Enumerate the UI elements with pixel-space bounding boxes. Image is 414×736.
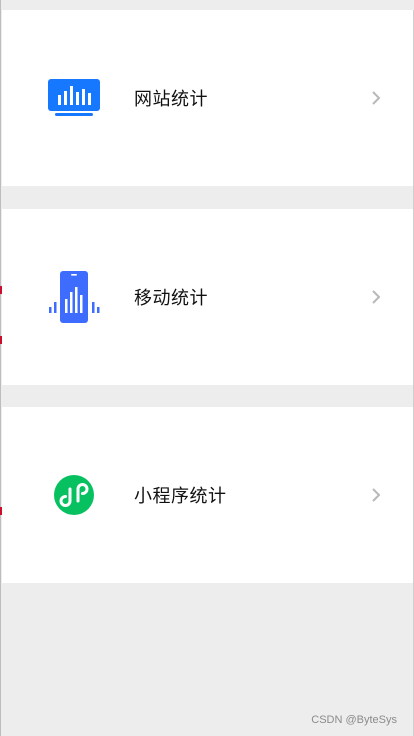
chevron-right-icon: [369, 88, 383, 108]
mini-program-icon: [44, 467, 104, 523]
website-stats-label: 网站统计: [134, 89, 208, 110]
mini-program-stats-label: 小程序统计: [134, 486, 227, 507]
edge-mark: [0, 336, 2, 344]
mobile-stats-item[interactable]: 移动统计: [2, 209, 413, 385]
edge-mark: [0, 286, 2, 294]
watermark: CSDN @ByteSys: [311, 714, 397, 726]
edge-mark: [0, 507, 2, 515]
mini-program-stats-item[interactable]: 小程序统计: [2, 407, 413, 583]
mobile-stats-icon: [44, 269, 104, 325]
chevron-right-icon: [369, 485, 383, 505]
empty-footer-area: [2, 583, 413, 735]
chevron-right-icon: [369, 287, 383, 307]
website-stats-item[interactable]: 网站统计: [2, 10, 413, 186]
mobile-stats-label: 移动统计: [134, 288, 208, 309]
app-frame: 网站统计 移动统计 小程序统计 CSDN @ByteSys: [0, 0, 414, 736]
top-strip: [1, 0, 414, 10]
website-stats-icon: [44, 70, 104, 126]
